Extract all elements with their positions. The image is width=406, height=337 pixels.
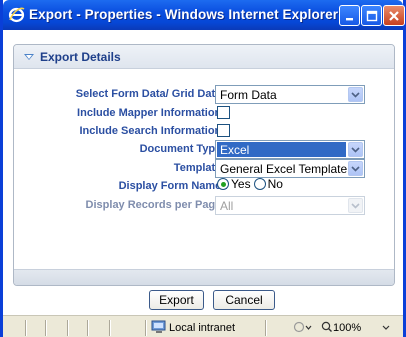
minimize-icon — [345, 17, 353, 20]
status-divider — [45, 320, 47, 336]
no-option-label: No — [267, 177, 283, 191]
close-icon — [389, 10, 399, 21]
zoom-dropdown-icon[interactable] — [381, 320, 391, 334]
records-per-page-value: All — [220, 199, 234, 213]
panel-footer — [14, 269, 394, 285]
security-zone-text: Local intranet — [169, 322, 236, 334]
document-type-value: Excel — [217, 142, 346, 157]
include-mapper-checkbox[interactable] — [217, 106, 230, 119]
minimize-button[interactable] — [339, 5, 360, 26]
status-divider — [67, 320, 69, 336]
cancel-button[interactable]: Cancel — [213, 290, 275, 310]
internet-explorer-icon — [8, 6, 25, 23]
title-bar[interactable]: Export - Properties - Windows Internet E… — [3, 0, 405, 30]
dropdown-arrow-icon[interactable] — [348, 87, 363, 102]
local-intranet-icon — [151, 320, 167, 334]
include-mapper-label: Include Mapper Information : — [77, 107, 228, 119]
display-form-name-radio-group: Yes No — [217, 177, 283, 191]
browser-window: Export - Properties - Windows Internet E… — [0, 0, 406, 337]
select-form-data-dropdown[interactable]: Form Data — [215, 85, 365, 104]
display-form-name-label: Display Form Name : — [118, 180, 228, 192]
document-type-dropdown[interactable]: Excel — [215, 140, 365, 159]
include-search-label: Include Search Information : — [79, 125, 228, 137]
select-form-data-value: Form Data — [220, 88, 277, 102]
records-per-page-dropdown[interactable]: All — [215, 196, 365, 215]
section-header[interactable]: Export Details — [14, 45, 394, 69]
collapse-triangle-inner-icon — [26, 55, 32, 59]
window-title: Export - Properties - Windows Internet E… — [29, 7, 339, 22]
status-divider — [25, 320, 27, 336]
status-divider — [87, 320, 89, 336]
maximize-icon — [366, 10, 377, 21]
display-form-name-no-radio[interactable] — [253, 178, 266, 190]
dropdown-arrow-icon[interactable] — [348, 161, 363, 176]
protected-mode-icon[interactable] — [293, 320, 313, 334]
status-divider — [109, 320, 111, 336]
records-per-page-label: Display Records per Page : — [85, 199, 228, 211]
export-button[interactable]: Export — [149, 290, 204, 310]
include-search-checkbox[interactable] — [217, 124, 230, 137]
zoom-level-text[interactable]: 100% — [333, 322, 361, 334]
maximize-button[interactable] — [361, 5, 382, 26]
status-divider — [265, 320, 267, 336]
dropdown-arrow-icon — [348, 198, 363, 213]
zoom-icon[interactable] — [321, 320, 333, 334]
display-form-name-yes-radio[interactable] — [217, 178, 229, 190]
yes-option-label: Yes — [231, 177, 251, 191]
section-title: Export Details — [40, 50, 121, 64]
template-value: General Excel Template — [220, 162, 348, 176]
select-form-data-label: Select Form Data/ Grid Data : — [75, 88, 228, 100]
template-dropdown[interactable]: General Excel Template — [215, 159, 365, 178]
close-window-button[interactable] — [383, 5, 405, 26]
dropdown-arrow-icon[interactable] — [348, 142, 363, 157]
status-divider — [145, 320, 147, 336]
status-bar: Local intranet 100% — [3, 315, 403, 337]
